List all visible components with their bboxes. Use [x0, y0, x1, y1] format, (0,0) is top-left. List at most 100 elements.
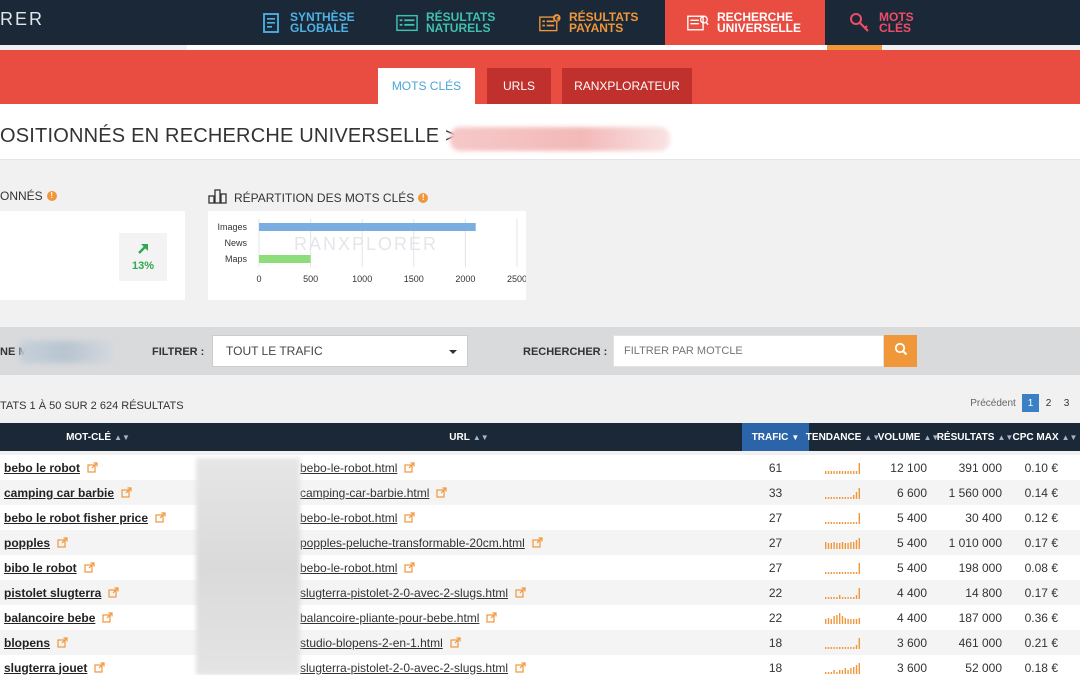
url-link[interactable]: balancoire-pliante-pour-bebe.html — [300, 611, 479, 625]
sparkline-bar — [850, 667, 852, 674]
chart-tick-label: 1000 — [352, 274, 372, 284]
external-link-icon[interactable] — [450, 637, 461, 648]
sparkline-bar — [841, 541, 844, 549]
sparkline-bar — [850, 646, 852, 649]
url-link[interactable]: studio-blopens-2-en-1.html — [300, 636, 443, 650]
pagination-previous[interactable]: Précédent — [966, 394, 1020, 412]
url-link[interactable]: slugterra-pistolet-2-0-avec-2-slugs.html — [300, 661, 508, 675]
keyword-link[interactable]: balancoire bebe — [4, 611, 95, 625]
distribution-widget-label: RÉPARTITION DES MOTS CLÉS ! — [208, 188, 429, 207]
sparkline-bar — [836, 470, 838, 474]
sparkline-bar — [830, 596, 832, 599]
sparkline-bar — [844, 496, 846, 499]
url-cell: bebo-le-robot.html — [300, 505, 415, 530]
bar-chart-icon — [208, 188, 230, 207]
pagination-page-1[interactable]: 1 — [1022, 394, 1039, 412]
nav-resultats-naturels[interactable]: RÉSULTATS NATURELS — [382, 0, 524, 45]
sparkline-bar — [825, 541, 827, 549]
sparkline-bar — [850, 470, 852, 474]
keyword-cell: balancoire bebe — [4, 605, 113, 630]
external-link-icon[interactable] — [404, 462, 415, 473]
sparkline-bar — [833, 496, 835, 499]
tab-ranxplorateur[interactable]: RANXPLORATEUR — [562, 68, 692, 104]
external-link-icon[interactable] — [94, 662, 105, 673]
tab-mots-cles[interactable]: MOTS CLÉS — [378, 68, 475, 104]
url-link[interactable]: slugterra-pistolet-2-0-avec-2-slugs.html — [300, 586, 508, 600]
column-header-keyword[interactable]: MOT-CLÉ ▲▼ — [0, 423, 196, 451]
keyword-link[interactable]: bebo le robot — [4, 461, 80, 475]
column-header-traffic[interactable]: TRAFIC ▼ — [742, 423, 809, 451]
sparkline-bar — [841, 496, 844, 499]
keyword-link[interactable]: camping car barbie — [4, 486, 114, 500]
chart-bar — [259, 255, 311, 263]
sparkline-bar — [844, 521, 846, 524]
trend-percent: 13% — [131, 259, 155, 272]
nav-resultats-payants[interactable]: € RÉSULTATS PAYANTS — [525, 0, 665, 45]
keyword-link[interactable]: slugterra jouet — [4, 661, 87, 675]
external-link-icon[interactable] — [57, 537, 68, 548]
nav-label-line2: NATURELS — [426, 20, 491, 35]
traffic-filter-select[interactable]: TOUT LE TRAFIC — [212, 335, 468, 367]
sparkline-bar — [847, 542, 849, 549]
external-link-icon[interactable] — [436, 487, 447, 498]
external-link-icon[interactable] — [155, 512, 166, 523]
nav-synthese-globale[interactable]: SYNTHÈSE GLOBALE — [246, 0, 386, 45]
external-link-icon[interactable] — [515, 662, 526, 673]
column-header-url[interactable]: URL ▲▼ — [196, 423, 742, 451]
sparkline-bar — [855, 594, 858, 599]
external-link-icon[interactable] — [486, 612, 498, 623]
sparkline-bar — [853, 646, 855, 649]
search-button[interactable] — [884, 335, 917, 367]
column-header-trend[interactable]: TENDANCE ▲▼ — [806, 423, 880, 451]
tab-urls[interactable]: URLS — [487, 68, 551, 104]
nav-mots-cles[interactable]: MOTS CLÉS — [835, 0, 955, 45]
keyword-link[interactable]: blopens — [4, 636, 50, 650]
sparkline-bar — [841, 521, 844, 524]
column-header-results[interactable]: RÉSULTATS ▲▼ — [937, 423, 1014, 451]
column-header-cpc[interactable]: CPC MAX ▲▼ — [1010, 423, 1080, 451]
sparkline-bar — [830, 671, 832, 674]
url-link[interactable]: bebo-le-robot.html — [300, 461, 397, 475]
keyword-link[interactable]: bebo le robot fisher price — [4, 511, 148, 525]
keyword-link[interactable]: popples — [4, 536, 50, 550]
info-icon[interactable]: ! — [418, 192, 429, 203]
url-link[interactable]: bebo-le-robot.html — [300, 511, 397, 525]
external-link-icon[interactable] — [404, 562, 415, 573]
sparkline-bar — [839, 646, 841, 649]
external-link-icon[interactable] — [84, 562, 95, 573]
keyword-link[interactable]: bibo le robot — [4, 561, 77, 575]
external-link-icon[interactable] — [404, 512, 415, 523]
pagination-page-2[interactable]: 2 — [1040, 394, 1057, 412]
pagination-page-3[interactable]: 3 — [1058, 394, 1075, 412]
chart-category-label: News — [224, 238, 247, 248]
positioned-label-text: ONNÉS — [0, 189, 43, 203]
sparkline-bar — [839, 594, 841, 599]
keyword-link[interactable]: pistolet slugterra — [4, 586, 101, 600]
sparkline-bar — [833, 521, 835, 524]
external-link-icon[interactable] — [515, 587, 526, 598]
nav-recherche-universelle[interactable]: RECHERCHE UNIVERSELLE — [665, 0, 825, 45]
sparkline-bar — [836, 646, 838, 649]
sparkline-bar — [853, 571, 855, 574]
url-link[interactable]: camping-car-barbie.html — [300, 486, 429, 500]
list-icon — [396, 12, 418, 34]
trend-sparkline — [809, 530, 877, 555]
external-link-icon[interactable] — [532, 537, 543, 548]
sparkline-bar — [825, 496, 827, 499]
info-icon[interactable]: ! — [46, 191, 57, 201]
sparkline-bar — [827, 596, 830, 599]
external-link-icon[interactable] — [121, 487, 132, 498]
keyword-search-input[interactable] — [613, 335, 884, 367]
external-link-icon[interactable] — [87, 462, 98, 473]
app-logo[interactable]: RER — [0, 9, 44, 30]
external-link-icon[interactable] — [108, 587, 119, 598]
external-link-icon[interactable] — [57, 637, 68, 648]
url-link[interactable]: popples-peluche-transformable-20cm.html — [300, 536, 525, 550]
redacted-name — [20, 341, 112, 363]
column-header-volume[interactable]: VOLUME ▲▼ — [877, 423, 940, 451]
external-link-icon[interactable] — [102, 612, 113, 623]
sparkline-bar — [841, 615, 844, 624]
sort-icon: ▲▼ — [472, 432, 489, 442]
sparkline-bar — [844, 667, 846, 674]
url-link[interactable]: bebo-le-robot.html — [300, 561, 397, 575]
